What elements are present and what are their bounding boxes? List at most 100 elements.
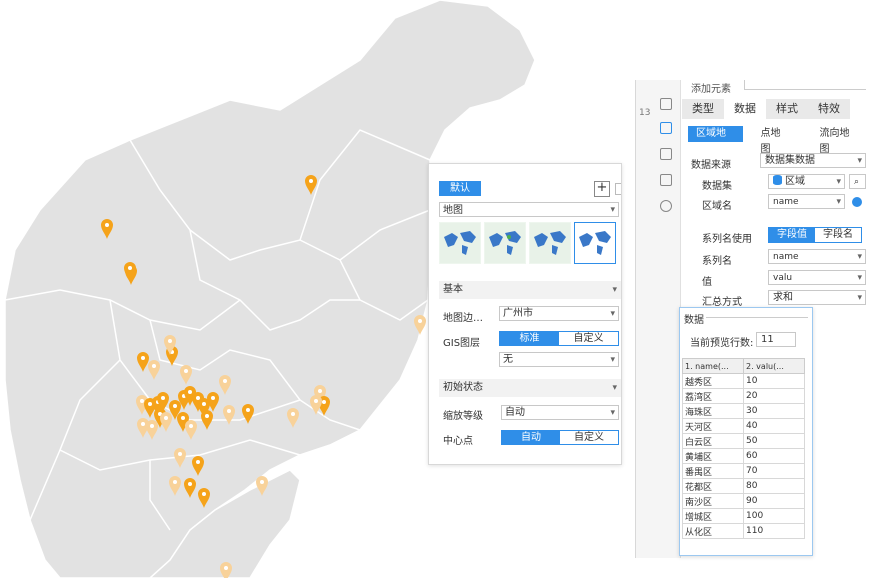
world-map-icon (530, 223, 570, 263)
basic-section-header[interactable]: 基本 ▾ (439, 281, 621, 299)
subtab-region-map[interactable]: 区域地图 (688, 126, 743, 155)
table-row[interactable]: 越秀区 10 (682, 373, 805, 389)
map-pin-dot (173, 404, 177, 408)
table-row[interactable]: 白云区 50 (682, 433, 805, 449)
chevron-down-icon: ▾ (857, 252, 862, 262)
data-source-select[interactable]: 数据集数据 ▾ (760, 153, 866, 168)
widget-settings-icon[interactable] (660, 98, 672, 110)
map-thumb-3[interactable] (529, 222, 571, 264)
gis-layer-value: 无 (503, 354, 513, 365)
table-row[interactable]: 番禺区 70 (682, 463, 805, 479)
initial-state-section-header[interactable]: 初始状态 ▾ (439, 379, 621, 397)
data-preview-table: 1. name(... 2. valu(... 越秀区 10 荔湾区 20 海珠区 30 天… (682, 358, 805, 539)
copy-icon[interactable] (615, 183, 621, 195)
chevron-down-icon: ▾ (857, 273, 862, 283)
preview-rows-input[interactable]: 11 (756, 332, 796, 347)
subtab-flow-map[interactable]: 流向地图 (797, 126, 866, 155)
map-style-panel: 默认 + 地图 ▾ 基本 ▾ 地图边… 广州市 ▾ GIS图层 标准 自定义 无… (428, 163, 622, 465)
map-type-value: 地图 (443, 205, 463, 216)
summary-method-label: 汇总方式 (702, 297, 742, 308)
map-boundary-label: 地图边… (443, 313, 483, 324)
style-default-tag[interactable]: 默认 (439, 181, 481, 196)
zoom-level-label: 缩放等级 (443, 411, 483, 422)
tab-effects[interactable]: 特效 (808, 99, 850, 119)
map-pin-dot (140, 399, 144, 403)
series-name-label: 系列名 (702, 256, 732, 267)
district-value-cell: 50 (743, 433, 805, 449)
column-header[interactable]: 1. name(... (682, 358, 744, 374)
map-pin-dot (105, 223, 109, 227)
table-row[interactable]: 天河区 40 (682, 418, 805, 434)
gis-layer-select[interactable]: 无 ▾ (499, 352, 619, 367)
search-icon: ⌕ (854, 177, 860, 187)
table-row[interactable]: 花都区 80 (682, 478, 805, 494)
tab-data[interactable]: 数据 (724, 99, 766, 119)
value-select[interactable]: valu ▾ (768, 270, 866, 285)
center-point-label: 中心点 (443, 436, 473, 447)
add-element-select[interactable] (744, 80, 866, 90)
chevron-down-icon: ▾ (610, 205, 615, 215)
gear-icon[interactable] (852, 197, 862, 207)
map-pin-dot (309, 179, 313, 183)
map-pin-dot (227, 409, 231, 413)
area-name-select[interactable]: name ▾ (768, 194, 845, 209)
gis-custom-option[interactable]: 自定义 (559, 332, 618, 345)
map-pin-dot (150, 424, 154, 428)
map-pin-dot (322, 400, 326, 404)
initial-state-label: 初始状态 (443, 382, 483, 393)
table-row[interactable]: 南沙区 90 (682, 493, 805, 509)
link-icon[interactable] (660, 200, 672, 212)
dataset-value: 区域 (785, 176, 805, 187)
map-pin-dot (196, 396, 200, 400)
chevron-down-icon: ▾ (857, 293, 862, 303)
center-auto-option[interactable]: 自动 (502, 431, 560, 444)
add-icon[interactable]: + (594, 181, 610, 197)
add-element-label: 添加元素 (691, 84, 731, 95)
component-icon[interactable] (660, 122, 672, 134)
map-pin-dot (141, 356, 145, 360)
map-boundary-select[interactable]: 广州市 ▾ (499, 306, 619, 321)
subtab-point-map[interactable]: 点地图 (743, 126, 798, 155)
layers-icon[interactable] (660, 174, 672, 186)
data-source-value: 数据集数据 (765, 155, 815, 166)
column-header[interactable]: 2. valu(... (743, 358, 805, 374)
map-pin-dot (141, 422, 145, 426)
tab-type[interactable]: 类型 (682, 99, 724, 119)
map-pin-dot (188, 390, 192, 394)
map-pin-dot (205, 414, 209, 418)
map-pin-dot (148, 402, 152, 406)
district-name-cell: 白云区 (682, 433, 744, 449)
table-row[interactable]: 荔湾区 20 (682, 388, 805, 404)
district-value-cell: 110 (743, 523, 805, 539)
dataset-search-button[interactable]: ⌕ (849, 174, 866, 189)
district-name-cell: 增城区 (682, 508, 744, 524)
series-name-value: name (773, 252, 799, 262)
map-pin-dot (178, 452, 182, 456)
tab-style[interactable]: 样式 (766, 99, 808, 119)
value-field-value: valu (773, 273, 793, 283)
table-row[interactable]: 黄埔区 60 (682, 448, 805, 464)
basic-section-label: 基本 (443, 284, 463, 295)
display-icon[interactable] (660, 148, 672, 160)
dataset-select[interactable]: 区域 ▾ (768, 174, 845, 189)
map-thumb-1[interactable] (439, 222, 481, 264)
series-name-select[interactable]: name ▾ (768, 249, 866, 264)
table-row[interactable]: 从化区 110 (682, 523, 805, 539)
summary-method-select[interactable]: 求和 ▾ (768, 290, 866, 305)
map-pin-dot (152, 364, 156, 368)
table-row[interactable]: 海珠区 30 (682, 403, 805, 419)
table-row[interactable]: 增城区 100 (682, 508, 805, 524)
map-pin-dot (418, 319, 422, 323)
map-pin-dot (181, 416, 185, 420)
chevron-down-icon: ▾ (612, 285, 617, 295)
map-thumb-4-selected[interactable] (574, 222, 616, 264)
series-field-value-option[interactable]: 字段值 (769, 228, 815, 242)
zoom-level-select[interactable]: 自动 ▾ (501, 405, 619, 420)
map-style-thumbnails (439, 222, 621, 264)
gis-standard-option[interactable]: 标准 (500, 332, 559, 345)
district-value-cell: 70 (743, 463, 805, 479)
map-thumb-2[interactable] (484, 222, 526, 264)
map-type-select[interactable]: 地图 ▾ (439, 202, 619, 217)
center-custom-option[interactable]: 自定义 (560, 431, 618, 444)
series-field-name-option[interactable]: 字段名 (815, 228, 861, 242)
